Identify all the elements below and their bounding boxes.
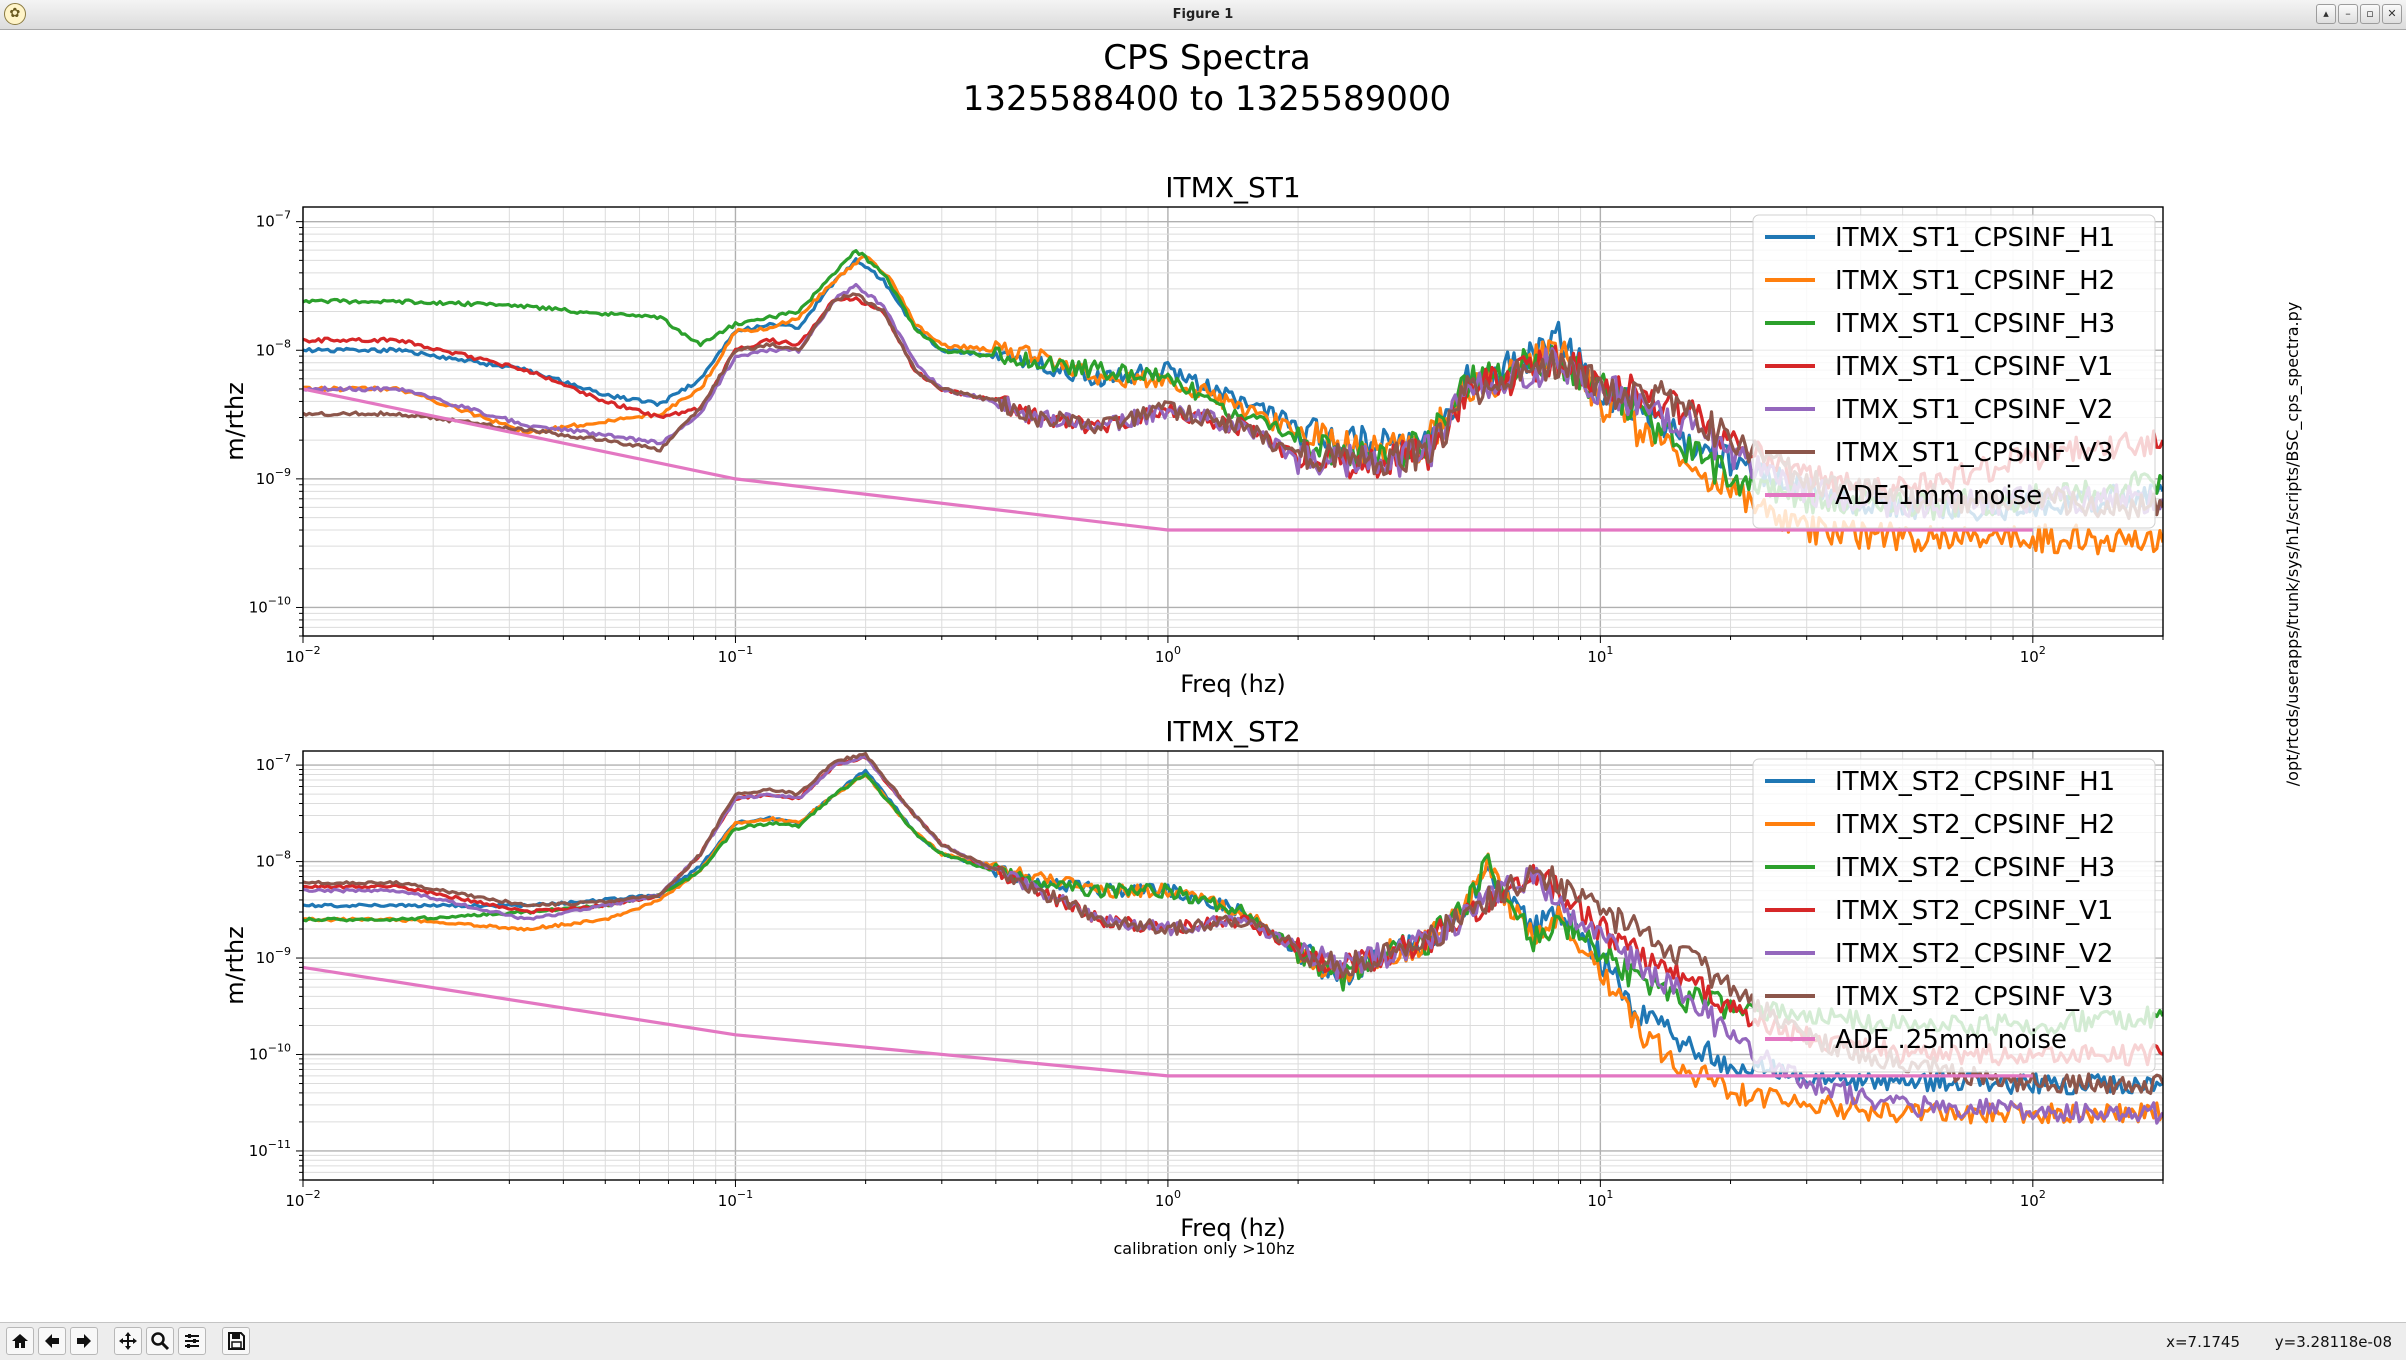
x-tick-label: 10−1 — [718, 644, 753, 666]
legend-entry: ITMX_ST1_CPSINF_V2 — [1835, 395, 2113, 425]
x-tick-label: 100 — [1155, 1188, 1181, 1210]
legend-entry: ITMX_ST2_CPSINF_V2 — [1835, 939, 2113, 969]
legend: ITMX_ST1_CPSINF_H1 ITMX_ST1_CPSINF_H2 ITMX… — [1752, 214, 2156, 529]
window-title: Figure 1 — [1172, 7, 1234, 22]
close-icon[interactable]: ✕ — [2382, 4, 2402, 24]
x-coordinate: x=7.1745 — [2166, 1333, 2241, 1351]
axes-title: ITMX_ST1 — [1165, 171, 1300, 204]
x-axis-label: Freq (hz) — [1180, 670, 1286, 698]
legend-entry: ITMX_ST2_CPSINF_V3 — [1835, 982, 2113, 1012]
y-tick-label: 10−11 — [249, 1138, 291, 1160]
x-tick-label: 102 — [2020, 644, 2046, 666]
y-tick-label: 10−9 — [256, 466, 291, 488]
toolbar-separator — [210, 1327, 218, 1355]
back-icon[interactable] — [38, 1327, 66, 1355]
legend-entry: ITMX_ST2_CPSINF_H1 — [1835, 767, 2115, 797]
y-tick-label: 10−9 — [256, 945, 291, 967]
legend-entry: ITMX_ST2_CPSINF_V1 — [1835, 896, 2113, 926]
forward-icon[interactable] — [70, 1327, 98, 1355]
toolbar-buttons — [6, 1327, 250, 1355]
navigation-toolbar: x=7.1745 y=3.28118e-08 — [0, 1322, 2406, 1360]
legend-entry: ITMX_ST1_CPSINF_H2 — [1835, 266, 2115, 296]
save-icon[interactable] — [222, 1327, 250, 1355]
figure-svg: CPS Spectra 1325588400 to 1325589000 /op… — [221, 38, 2303, 1258]
y-tick-label: 10−10 — [249, 594, 291, 616]
legend-entry: ITMX_ST1_CPSINF_H3 — [1835, 309, 2115, 339]
legend-entry: ADE .25mm noise — [1835, 1025, 2067, 1055]
figure-canvas[interactable]: CPS Spectra 1325588400 to 1325589000 /op… — [0, 30, 2406, 1322]
window-titlebar: ✿ Figure 1 ▴ – ▫ ✕ — [0, 0, 2406, 30]
toolbar-separator — [102, 1327, 110, 1355]
y-tick-label: 10−7 — [256, 752, 291, 774]
legend-entry: ITMX_ST1_CPSINF_V1 — [1835, 352, 2113, 382]
y-axis-label: m/rthz — [221, 382, 249, 461]
zoom-icon[interactable] — [146, 1327, 174, 1355]
x-tick-label: 100 — [1155, 644, 1181, 666]
x-tick-label: 101 — [1587, 644, 1613, 666]
restore-icon[interactable]: ▫ — [2360, 4, 2380, 24]
legend: ITMX_ST2_CPSINF_H1 ITMX_ST2_CPSINF_H2 ITMX… — [1752, 758, 2156, 1073]
axes-title: ITMX_ST2 — [1165, 715, 1300, 748]
x-tick-label: 10−1 — [718, 1188, 753, 1210]
legend-entry: ITMX_ST2_CPSINF_H2 — [1835, 810, 2115, 840]
x-axis-label: Freq (hz) — [1180, 1214, 1286, 1242]
configure-subplots-icon[interactable] — [178, 1327, 206, 1355]
y-tick-label: 10−10 — [249, 1041, 291, 1063]
pan-icon[interactable] — [114, 1327, 142, 1355]
y-tick-label: 10−8 — [256, 337, 291, 359]
y-tick-label: 10−7 — [256, 209, 291, 231]
script-path-label: /opt/rtcds/userapps/trunk/sys/h1/scripts… — [2283, 302, 2303, 786]
y-axis-label: m/rthz — [221, 926, 249, 1005]
window-controls: ▴ – ▫ ✕ — [2316, 4, 2402, 26]
x-tick-label: 102 — [2020, 1188, 2046, 1210]
up-arrow-icon[interactable]: ▴ — [2316, 4, 2336, 24]
figure-suptitle: CPS Spectra — [1103, 38, 1311, 78]
legend-entry: ITMX_ST1_CPSINF_V3 — [1835, 438, 2113, 468]
legend-entry: ITMX_ST2_CPSINF_H3 — [1835, 853, 2115, 883]
y-coordinate: y=3.28118e-08 — [2274, 1333, 2392, 1351]
y-tick-label: 10−8 — [256, 849, 291, 871]
axes-itmx-st1[interactable]: 10−2 10−1 100 101 102 10−10 10−9 10−8 10−7 ITMX_S… — [221, 171, 2164, 698]
legend-entry: ADE 1mm noise — [1835, 481, 2042, 511]
home-icon[interactable] — [6, 1327, 34, 1355]
legend-entry: ITMX_ST1_CPSINF_H1 — [1835, 223, 2115, 253]
coordinate-readout: x=7.1745 y=3.28118e-08 — [2166, 1323, 2392, 1361]
x-tick-label: 10−2 — [285, 644, 320, 666]
minimize-icon[interactable]: – — [2338, 4, 2358, 24]
x-tick-label: 10−2 — [285, 1188, 320, 1210]
x-tick-label: 101 — [1587, 1188, 1613, 1210]
axes-itmx-st2[interactable]: 10−2 10−1 100 101 102 10−11 10−10 10−9 10−8 10−7 I… — [221, 715, 2164, 1242]
figure-subtitle: 1325588400 to 1325589000 — [963, 79, 1451, 119]
